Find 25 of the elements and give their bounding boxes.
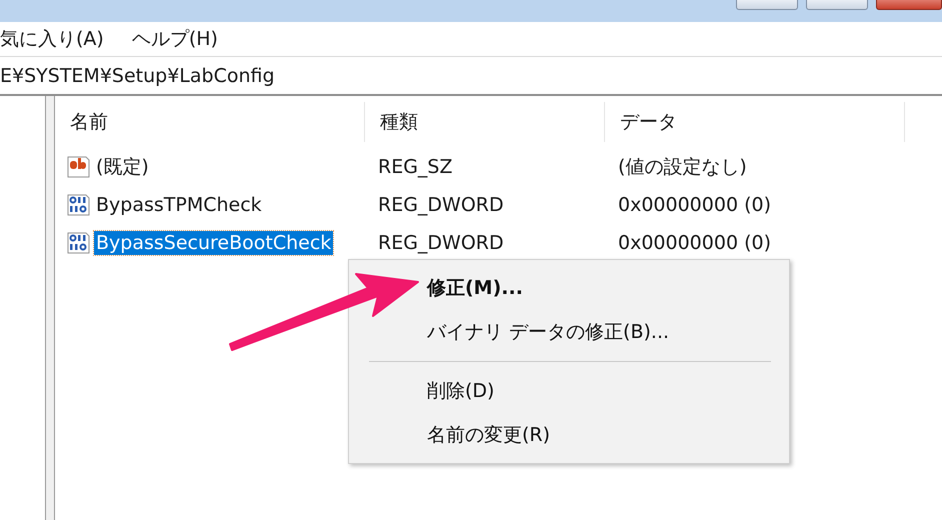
value-name[interactable]: (既定) [94, 153, 151, 181]
menu-item[interactable]: 削除(D) [351, 369, 787, 413]
menu-bar-item[interactable]: ヘルプ(H) [132, 26, 218, 52]
table-cell-text: 0x00000000 (0) [617, 232, 772, 254]
maximize-button[interactable] [806, 0, 868, 10]
value-name[interactable]: BypassTPMCheck [94, 193, 264, 217]
close-button[interactable] [876, 0, 942, 10]
binary-value-icon [67, 193, 91, 217]
value-name[interactable]: BypassSecureBootCheck [94, 231, 334, 255]
column-header[interactable]: 種類 [365, 102, 605, 142]
menu-item[interactable]: 名前の変更(R) [351, 413, 787, 457]
table-cell-text: REG_DWORD [377, 232, 505, 254]
minimize-button[interactable] [736, 0, 798, 10]
string-value-icon [67, 155, 91, 179]
table-cell-text: (値の設定なし) [617, 155, 748, 180]
table-cell-text: 0x00000000 (0) [617, 194, 772, 216]
binary-value-icon [67, 231, 91, 255]
menu-item[interactable]: バイナリ データの修正(B)... [351, 310, 787, 354]
menu-item[interactable]: 修正(M)... [351, 266, 787, 310]
pane-splitter[interactable] [45, 96, 55, 520]
column-header[interactable]: データ [605, 102, 905, 142]
menu-bar-item[interactable]: 気に入り(A) [0, 26, 104, 52]
table-cell-text: REG_SZ [377, 156, 454, 178]
table-cell-text: REG_DWORD [377, 194, 505, 216]
column-header[interactable]: 名前 [55, 102, 365, 142]
